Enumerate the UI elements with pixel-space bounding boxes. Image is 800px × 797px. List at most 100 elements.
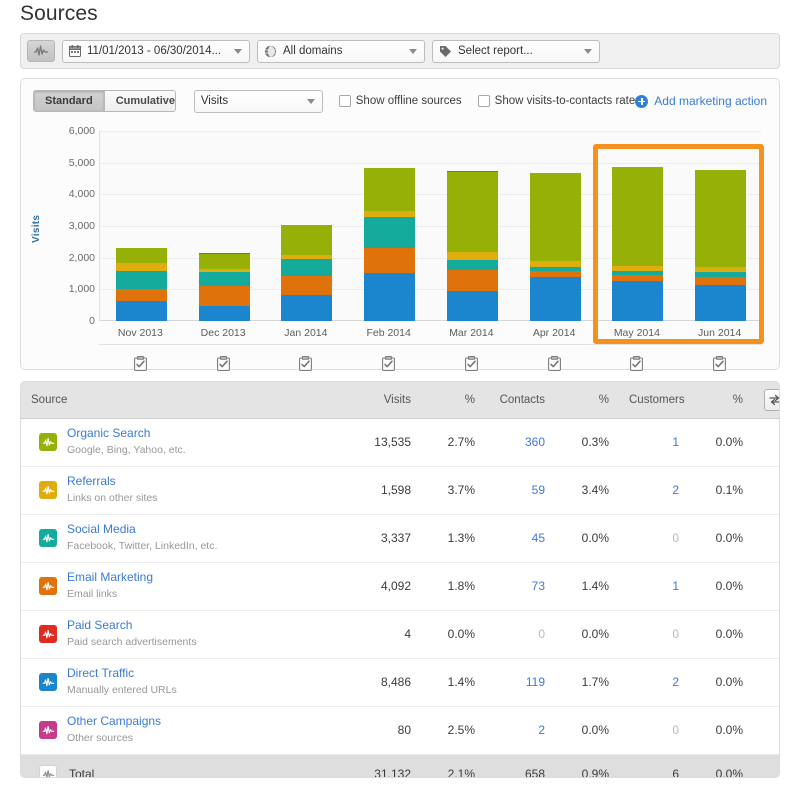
bar-stack[interactable] xyxy=(447,171,498,321)
cell-value[interactable]: 73 xyxy=(532,579,545,593)
globe-icon xyxy=(264,45,277,57)
source-name-link[interactable]: Referrals xyxy=(67,474,157,489)
clipboard-check-icon[interactable] xyxy=(430,353,513,373)
bar-segment xyxy=(364,247,415,273)
bar-stack[interactable] xyxy=(530,173,581,321)
report-value: Select report... xyxy=(458,45,533,57)
source-name-link[interactable]: Direct Traffic xyxy=(67,666,177,681)
domain-dropdown[interactable]: All domains xyxy=(257,39,425,63)
show-visits-to-contacts-checkbox[interactable]: Show visits-to-contacts rate xyxy=(477,95,635,107)
table-row[interactable]: Social Media Facebook, Twitter, LinkedIn,… xyxy=(21,514,779,563)
sources-table-card: Source Visits % Contacts % Customers % O… xyxy=(20,381,780,778)
bar-segment xyxy=(447,270,498,291)
col-visits-pct[interactable]: % xyxy=(421,382,485,419)
cell-value[interactable]: 1 xyxy=(672,579,679,593)
clipboard-check-glyph xyxy=(216,355,230,371)
clipboard-check-icon[interactable] xyxy=(182,353,265,373)
chart-mode-cumulative[interactable]: Cumulative xyxy=(103,91,175,111)
cell-value[interactable]: 119 xyxy=(526,675,545,689)
bar-stack[interactable] xyxy=(199,253,250,321)
source-description: Email links xyxy=(67,588,118,601)
bar-stack[interactable] xyxy=(281,225,332,321)
x-tick-label: May 2014 xyxy=(613,327,660,339)
clipboard-check-icon[interactable] xyxy=(596,353,679,373)
activity-pulse-glyph xyxy=(42,629,54,638)
source-name-link[interactable]: Email Marketing xyxy=(67,570,153,585)
clipboard-check-icon[interactable] xyxy=(513,353,596,373)
cell-value[interactable]: 2 xyxy=(538,723,545,737)
x-tick-label: Nov 2013 xyxy=(117,327,163,339)
table-row[interactable]: Email Marketing Email links 4,092 1.8% 73 1.4… xyxy=(21,562,779,611)
cell-value[interactable]: 1 xyxy=(672,435,679,449)
swap-columns-glyph xyxy=(769,394,779,405)
cell-customers: 0 xyxy=(619,610,689,659)
bar-stack[interactable] xyxy=(364,168,415,321)
activity-pulse-glyph xyxy=(42,581,54,590)
activity-pulse-glyph xyxy=(42,677,54,686)
activity-pulse-glyph xyxy=(42,437,54,446)
col-customers[interactable]: Customers xyxy=(619,382,689,419)
cell-value[interactable]: 2 xyxy=(672,483,679,497)
source-name-link[interactable]: Organic Search xyxy=(67,426,186,441)
clipboard-check-icon[interactable] xyxy=(265,353,348,373)
cell-contacts-pct: 0.3% xyxy=(555,418,619,467)
cell-value[interactable]: 360 xyxy=(525,435,545,449)
bar-stack[interactable] xyxy=(695,170,746,321)
bar-segment xyxy=(364,272,415,321)
add-marketing-action-label: Add marketing action xyxy=(654,94,767,108)
table-row[interactable]: Other Campaigns Other sources 80 2.5% 2 0.0% 0… xyxy=(21,706,779,755)
swap-columns-icon[interactable] xyxy=(764,388,779,411)
show-offline-sources-label: Show offline sources xyxy=(355,95,462,107)
table-row[interactable]: Paid Search Paid search advertisements 4 0.… xyxy=(21,610,779,659)
date-range-value: 11/01/2013 - 06/30/2014... xyxy=(87,45,222,57)
table-row[interactable]: Referrals Links on other sites 1,598 3.7% 59… xyxy=(21,466,779,515)
col-visits[interactable]: Visits xyxy=(351,382,421,419)
checkbox-box[interactable] xyxy=(338,95,351,107)
activity-pulse-icon xyxy=(39,577,57,595)
date-range-dropdown[interactable]: 11/01/2013 - 06/30/2014... xyxy=(62,39,250,63)
chart-mode-standard[interactable]: Standard xyxy=(34,91,104,111)
col-source[interactable]: Source xyxy=(21,382,351,419)
clipboard-check-glyph xyxy=(464,355,478,371)
cell-customers: 1 xyxy=(619,562,689,611)
bar-stack[interactable] xyxy=(116,248,167,321)
cell-value[interactable]: 45 xyxy=(532,531,545,545)
show-offline-sources-checkbox[interactable]: Show offline sources xyxy=(338,95,462,107)
metric-dropdown[interactable]: Visits xyxy=(193,89,323,113)
cell-customers-pct: 0.0% xyxy=(689,706,753,755)
report-dropdown[interactable]: Select report... xyxy=(432,39,600,63)
add-marketing-action-link[interactable]: Add marketing action xyxy=(635,94,767,108)
source-name-link[interactable]: Paid Search xyxy=(67,618,197,633)
cell-source: Paid Search Paid search advertisements xyxy=(21,610,351,659)
clipboard-check-icon[interactable] xyxy=(678,353,761,373)
source-description: Other sources xyxy=(67,732,133,745)
activity-pulse-icon xyxy=(39,529,57,547)
checkbox-box[interactable] xyxy=(477,95,490,107)
cell-spacer xyxy=(753,658,779,707)
filter-toolbar: 11/01/2013 - 06/30/2014... All domains S… xyxy=(20,33,780,69)
table-row[interactable]: Organic Search Google, Bing, Yahoo, etc. 1… xyxy=(21,418,779,467)
y-tick-label: 0 xyxy=(89,315,95,327)
cell-value[interactable]: 2 xyxy=(672,675,679,689)
table-header: Source Visits % Contacts % Customers % xyxy=(21,382,779,419)
col-customers-pct[interactable]: % xyxy=(689,382,753,419)
bar-stack[interactable] xyxy=(612,167,663,321)
cell-value[interactable]: 59 xyxy=(532,483,545,497)
total-label: Total xyxy=(69,767,95,778)
page-title: Sources xyxy=(20,2,98,25)
cell-visits: 4 xyxy=(351,610,421,659)
activity-pulse-icon[interactable] xyxy=(27,40,55,62)
clipboard-check-icon[interactable] xyxy=(99,353,182,373)
source-name-link[interactable]: Social Media xyxy=(67,522,217,537)
chart-mode-toggle[interactable]: Standard Cumulative xyxy=(33,90,176,112)
clipboard-check-icon[interactable] xyxy=(347,353,430,373)
col-contacts-pct[interactable]: % xyxy=(555,382,619,419)
col-contacts[interactable]: Contacts xyxy=(485,382,555,419)
source-name-link[interactable]: Other Campaigns xyxy=(67,714,161,729)
cell-spacer xyxy=(753,706,779,755)
activity-pulse-icon xyxy=(39,433,57,451)
domain-value: All domains xyxy=(283,45,343,57)
table-row[interactable]: Direct Traffic Manually entered URLs 8,486… xyxy=(21,658,779,707)
bar-segment xyxy=(695,284,746,321)
x-tick-label: Dec 2013 xyxy=(200,327,246,339)
